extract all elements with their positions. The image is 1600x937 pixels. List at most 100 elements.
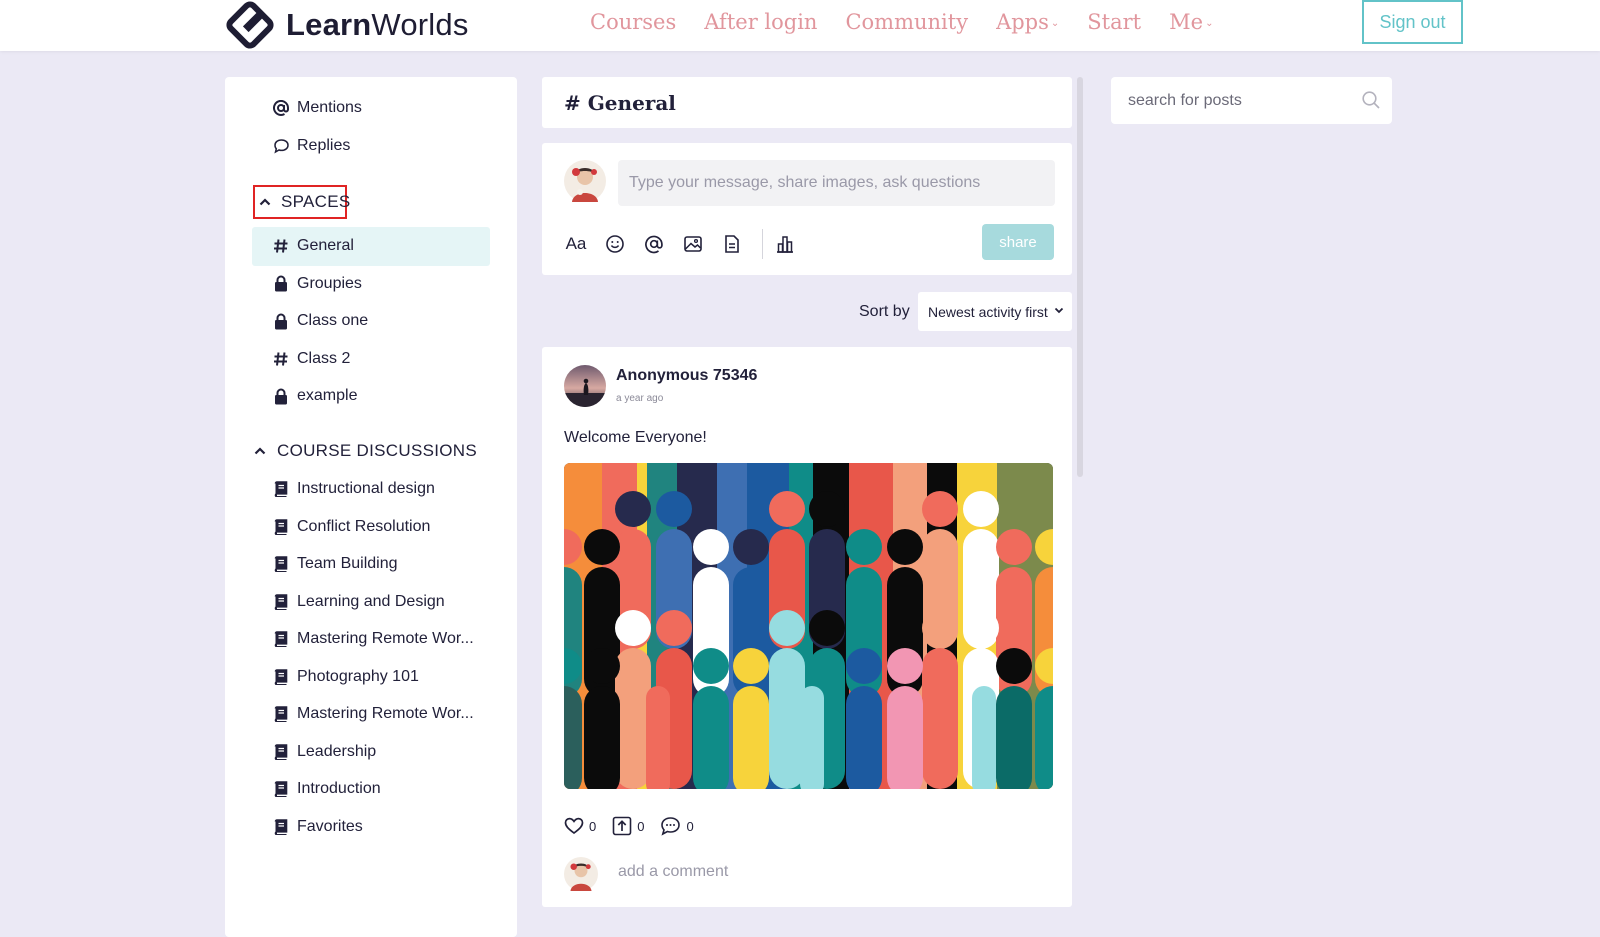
search-icon[interactable]: [1361, 90, 1381, 114]
sidebar-item-label: Leadership: [297, 742, 377, 760]
nav-me[interactable]: Me ⌄: [1169, 10, 1213, 34]
community-sidebar: Mentions Replies SPACES General Groupies C…: [225, 77, 517, 937]
sidebar-item-label: Class one: [297, 312, 369, 329]
sidebar-item-label: Team Building: [297, 555, 398, 572]
space-item-class-one[interactable]: Class one: [271, 306, 368, 336]
upload-icon: [612, 816, 632, 836]
course-discussions-heading: COURSE DISCUSSIONS: [277, 441, 477, 460]
author-avatar[interactable]: [564, 365, 606, 407]
nav-after-login[interactable]: After login: [704, 10, 817, 34]
main-nav: Courses After login Community Apps ⌄ Star…: [590, 0, 1241, 44]
sidebar-item-label: General: [297, 237, 354, 254]
book-icon: [271, 818, 291, 835]
like-button[interactable]: 0: [564, 817, 596, 835]
course-discussions-toggle[interactable]: COURSE DISCUSSIONS: [253, 434, 477, 468]
sidebar-item-mentions[interactable]: Mentions: [271, 93, 362, 123]
sidebar-item-label: Groupies: [297, 274, 362, 292]
course-item-favorites[interactable]: Favorites: [271, 812, 363, 842]
nav-community[interactable]: Community: [845, 10, 968, 34]
lock-icon: [271, 313, 291, 330]
book-icon: [271, 668, 291, 685]
speech-bubble-icon: [271, 138, 291, 154]
text-format-button[interactable]: Aa: [564, 231, 588, 257]
poll-icon[interactable]: [773, 231, 797, 257]
space-item-general[interactable]: General: [271, 231, 354, 261]
toolbar-divider: [762, 229, 763, 259]
nav-courses[interactable]: Courses: [590, 10, 676, 34]
comment-button[interactable]: 0: [660, 816, 694, 836]
book-icon: [271, 781, 291, 797]
share-post-button[interactable]: 0: [612, 816, 644, 836]
chevron-up-icon: [253, 447, 267, 455]
document-icon[interactable]: [721, 231, 743, 257]
sidebar-item-label: Favorites: [297, 817, 363, 835]
logo-mark-icon: [226, 1, 274, 49]
sort-label: Sort by: [859, 303, 910, 320]
user-avatar: [564, 857, 598, 895]
sign-out-button[interactable]: Sign out: [1362, 0, 1463, 44]
user-avatar: [564, 160, 606, 206]
mention-icon[interactable]: [643, 231, 665, 257]
book-icon: [271, 593, 291, 610]
channel-header: # General: [542, 77, 1072, 128]
channel-title: # General: [564, 90, 676, 115]
course-item-team-building[interactable]: Team Building: [271, 549, 398, 579]
space-item-example[interactable]: example: [271, 381, 357, 411]
sidebar-item-replies[interactable]: Replies: [271, 131, 350, 161]
comment-input[interactable]: add a comment: [618, 863, 728, 881]
book-icon: [271, 518, 291, 535]
course-item-leadership[interactable]: Leadership: [271, 737, 376, 767]
logo-text: LearnWorlds: [286, 7, 469, 42]
feed-scrollbar[interactable]: [1077, 77, 1083, 477]
sidebar-item-label: Class 2: [297, 349, 351, 367]
book-icon: [271, 631, 291, 647]
post-body-text: Welcome Everyone!: [564, 429, 707, 446]
emoji-icon[interactable]: [604, 231, 626, 257]
chevron-down-icon: ⌄: [1050, 18, 1060, 29]
course-item-mastering-remote-wor[interactable]: Mastering Remote Wor...: [271, 699, 474, 729]
heart-icon: [564, 817, 584, 835]
course-item-mastering-remote-wor[interactable]: Mastering Remote Wor...: [271, 624, 474, 654]
course-item-conflict-resolution[interactable]: Conflict Resolution: [271, 512, 430, 542]
space-item-groupies[interactable]: Groupies: [271, 269, 362, 299]
post-timestamp: a year ago: [616, 393, 664, 404]
learnworlds-logo[interactable]: LearnWorlds: [224, 0, 469, 50]
like-count: 0: [589, 818, 597, 834]
nav-start[interactable]: Start: [1087, 10, 1141, 34]
share-button[interactable]: share: [982, 224, 1054, 260]
hash-icon: [271, 351, 291, 367]
book-icon: [271, 706, 291, 722]
nav-apps[interactable]: Apps ⌄: [996, 10, 1059, 34]
course-item-photography-101[interactable]: Photography 101: [271, 662, 419, 692]
image-icon[interactable]: [682, 231, 704, 257]
message-input[interactable]: Type your message, share images, ask que…: [618, 160, 1055, 206]
post-image[interactable]: [564, 463, 1053, 789]
chevron-up-icon: [259, 198, 271, 206]
share-count: 0: [637, 818, 645, 834]
sort-dropdown[interactable]: Newest activity first: [918, 292, 1072, 331]
sort-selected-value: Newest activity first: [928, 303, 1048, 320]
course-item-learning-and-design[interactable]: Learning and Design: [271, 587, 445, 617]
spaces-section-toggle[interactable]: SPACES: [253, 185, 350, 219]
post-reactions: 0 0 0: [564, 815, 710, 837]
nav-apps-label: Apps: [996, 10, 1049, 34]
sidebar-item-label: Mastering Remote Wor...: [297, 705, 474, 722]
course-item-introduction[interactable]: Introduction: [271, 774, 381, 804]
post-author-name[interactable]: Anonymous 75346: [616, 367, 757, 385]
space-item-class-2[interactable]: Class 2: [271, 344, 350, 374]
post-composer: Type your message, share images, ask que…: [542, 143, 1072, 275]
lock-icon: [271, 388, 291, 405]
sidebar-item-label: Instructional design: [297, 480, 435, 497]
comment-count: 0: [686, 818, 694, 834]
book-icon: [271, 556, 291, 572]
sidebar-item-label: Mastering Remote Wor...: [297, 630, 474, 647]
top-navigation-bar: LearnWorlds Courses After login Communit…: [0, 0, 1600, 51]
sidebar-item-label: Conflict Resolution: [297, 517, 431, 535]
search-input[interactable]: [1126, 90, 1350, 111]
sidebar-item-label: Learning and Design: [297, 592, 445, 610]
comment-icon: [661, 817, 681, 836]
search-box: [1111, 77, 1392, 124]
sidebar-item-label: Photography 101: [297, 667, 419, 685]
course-item-instructional-design[interactable]: Instructional design: [271, 474, 435, 504]
book-icon: [271, 743, 291, 760]
